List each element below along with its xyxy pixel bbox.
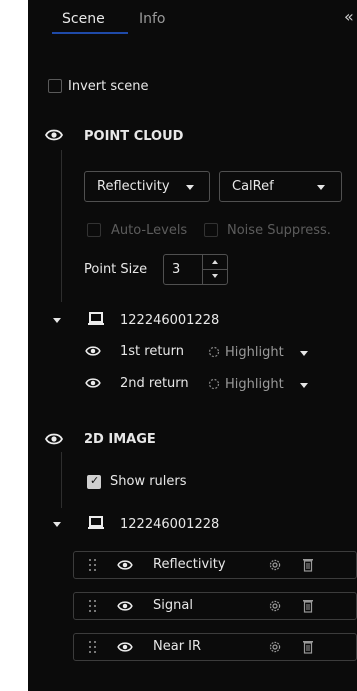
highlight-label: Highlight — [225, 377, 284, 392]
invert-scene-label: Invert scene — [68, 79, 149, 94]
layer-label: Signal — [153, 598, 193, 613]
noise-suppress-checkbox[interactable] — [204, 223, 218, 237]
show-rulers-checkbox[interactable]: ✓ — [87, 474, 101, 489]
auto-levels-checkbox[interactable] — [87, 223, 101, 237]
color-mode-dropdown[interactable]: Reflectivity — [84, 171, 210, 202]
trash-icon[interactable] — [302, 640, 314, 654]
trash-icon[interactable] — [302, 599, 314, 613]
chevron-down-icon — [300, 383, 308, 388]
tree-line — [61, 150, 62, 302]
eye-icon[interactable] — [117, 641, 133, 653]
expand-caret-icon[interactable] — [53, 522, 61, 527]
image-layer-row[interactable]: Signal — [73, 592, 357, 620]
eye-icon[interactable] — [85, 345, 101, 357]
return-label: 2nd return — [120, 376, 189, 391]
active-tab-underline — [52, 32, 128, 34]
tab-scene[interactable]: Scene — [62, 11, 105, 27]
point-size-value: 3 — [172, 262, 181, 277]
expand-caret-icon[interactable] — [53, 318, 61, 323]
tab-info[interactable]: Info — [139, 11, 166, 27]
auto-levels-label: Auto-Levels — [111, 223, 188, 238]
gear-icon[interactable] — [268, 558, 282, 572]
point-size-stepper[interactable]: 3 — [163, 254, 228, 285]
eye-icon[interactable] — [117, 559, 133, 571]
palette-dropdown[interactable]: CalRef — [219, 171, 342, 202]
sensor-id: 122246001228 — [120, 517, 220, 532]
eye-icon[interactable] — [117, 600, 133, 612]
eye-icon[interactable] — [45, 432, 63, 446]
eye-icon[interactable] — [45, 128, 63, 142]
sensor-icon — [88, 312, 104, 326]
chevron-down-icon — [317, 185, 325, 190]
invert-scene-checkbox[interactable] — [48, 79, 62, 93]
highlight-label: Highlight — [225, 345, 284, 360]
drag-handle-icon[interactable] — [89, 559, 96, 571]
drag-handle-icon[interactable] — [89, 600, 96, 612]
show-rulers-label: Show rulers — [110, 474, 187, 489]
collapse-panel-icon[interactable]: « — [344, 9, 354, 25]
noise-suppress-label: Noise Suppress. — [227, 223, 331, 238]
drag-handle-icon[interactable] — [89, 641, 96, 653]
image-layer-row[interactable]: Near IR — [73, 633, 357, 661]
tree-line — [61, 452, 62, 508]
point-cloud-title: POINT CLOUD — [84, 129, 184, 144]
point-size-label: Point Size — [84, 262, 148, 277]
gear-icon[interactable] — [268, 640, 282, 654]
eye-icon[interactable] — [85, 377, 101, 389]
gear-icon[interactable] — [268, 599, 282, 613]
decrement-button[interactable] — [203, 270, 227, 284]
color-mode-value: Reflectivity — [97, 179, 170, 194]
sensor-icon — [88, 516, 104, 530]
increment-button[interactable] — [203, 255, 227, 269]
layer-label: Near IR — [153, 639, 202, 654]
layer-label: Reflectivity — [153, 557, 226, 572]
return-label: 1st return — [120, 344, 185, 359]
image-2d-title: 2D IMAGE — [84, 432, 156, 447]
palette-value: CalRef — [232, 179, 274, 194]
side-panel: Scene Info « Invert scene POINT CLOUD Re… — [28, 0, 357, 691]
sensor-id: 122246001228 — [120, 313, 220, 328]
image-layer-row[interactable]: Reflectivity — [73, 551, 357, 579]
chevron-down-icon — [300, 351, 308, 356]
chevron-down-icon — [186, 185, 194, 190]
trash-icon[interactable] — [302, 558, 314, 572]
